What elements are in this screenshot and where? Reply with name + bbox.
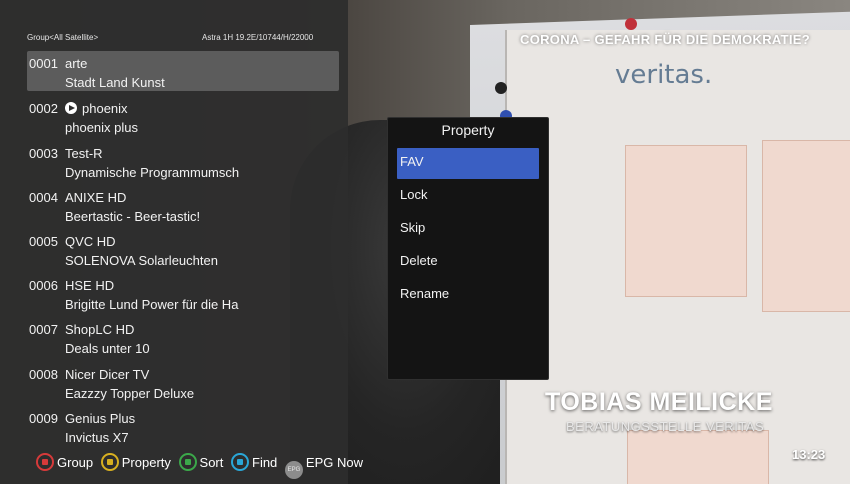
blue-key-icon	[231, 453, 249, 471]
video-headline: CORONA – GEFAHR FÜR DIE DEMOKRATIE?	[520, 32, 811, 47]
channel-program: Deals unter 10	[65, 341, 150, 356]
video-clock: 13:23	[792, 447, 826, 462]
hint-label: Property	[121, 455, 171, 470]
video-lower-third-subtitle: BERATUNGSSTELLE VERITAS	[566, 419, 765, 434]
channel-name: HSE HD	[65, 278, 115, 293]
channel-program: Brigitte Lund Power für die Ha	[65, 297, 239, 312]
channel-name: phoenix	[82, 101, 128, 116]
video-lower-third-name: TOBIAS MEILICKE	[545, 388, 773, 416]
channel-number: 0002	[29, 101, 58, 116]
satellite-info: Astra 1H 19.2E/10744/H/22000	[202, 33, 314, 42]
menu-item-lock[interactable]: Lock	[397, 181, 539, 212]
group-label: Group<All Satellite>	[27, 33, 99, 42]
channel-program: Dynamische Programmumsch	[65, 165, 240, 180]
hint-label: Sort	[199, 455, 224, 470]
channel-number: 0008	[29, 367, 58, 382]
channel-program: Invictus X7	[65, 430, 129, 445]
channel-program: SOLENOVA Solarleuchten	[65, 253, 218, 268]
channel-row[interactable]: 0005 QVC HD SOLENOVA Solarleuchten	[27, 229, 339, 269]
channel-number: 0001	[29, 56, 58, 71]
channel-name: arte	[65, 56, 88, 71]
property-hint[interactable]: Property	[100, 453, 171, 471]
channel-row[interactable]: 0004 ANIXE HD Beertastic - Beer-tastic!	[27, 185, 339, 225]
channel-program: phoenix plus	[65, 120, 138, 135]
channel-number: 0009	[29, 411, 58, 426]
channel-number: 0004	[29, 190, 58, 205]
channel-name: Nicer Dicer TV	[65, 367, 150, 382]
video-brand: veritas.	[615, 60, 713, 90]
channel-program: Eazzzy Topper Deluxe	[65, 386, 195, 401]
channel-name: ShopLC HD	[65, 322, 135, 337]
menu-item-label: Rename	[400, 286, 450, 301]
key-hint-bar: Group Property Sort Find EPG EPG Now	[36, 453, 367, 479]
channel-row[interactable]: 0002 phoenix phoenix plus	[27, 96, 339, 136]
group-hint[interactable]: Group	[36, 453, 93, 471]
hint-label: Group	[57, 455, 94, 470]
epg-now-hint[interactable]: EPG EPG Now	[284, 455, 363, 479]
play-icon	[65, 102, 77, 114]
channel-list-panel: Group<All Satellite> Astra 1H 19.2E/1074…	[0, 0, 363, 484]
hint-label: EPG Now	[305, 455, 363, 470]
magnet	[625, 18, 637, 30]
red-key-icon	[36, 453, 54, 471]
epg-key-icon: EPG	[284, 461, 303, 479]
channel-row[interactable]: 0001 arte Stadt Land Kunst	[27, 51, 339, 91]
channel-number: 0006	[29, 278, 58, 293]
channel-name: Genius Plus	[65, 411, 136, 426]
channel-row[interactable]: 0009 Genius Plus Invictus X7	[27, 406, 339, 446]
menu-item-label: FAV	[400, 154, 424, 169]
channel-row[interactable]: 0003 Test-R Dynamische Programmumsch	[27, 141, 339, 181]
channel-number: 0005	[29, 234, 58, 249]
channel-name: ANIXE HD	[65, 190, 127, 205]
yellow-key-icon	[100, 453, 119, 471]
channel-row[interactable]: 0007 ShopLC HD Deals unter 10	[27, 317, 339, 357]
menu-item-skip[interactable]: Skip	[397, 214, 539, 245]
channel-row[interactable]: 0008 Nicer Dicer TV Eazzzy Topper Deluxe	[27, 362, 339, 402]
property-popup: Property FAV Lock Skip Delete Rename	[387, 117, 549, 380]
menu-item-label: Skip	[400, 220, 426, 235]
channel-row[interactable]: 0006 HSE HD Brigitte Lund Power für die H…	[27, 273, 339, 313]
menu-item-fav[interactable]: FAV	[397, 148, 539, 179]
green-key-icon	[178, 453, 197, 471]
hint-label: Find	[252, 455, 278, 470]
menu-item-rename[interactable]: Rename	[397, 280, 539, 311]
menu-item-label: Delete	[400, 253, 438, 268]
channel-name: Test-R	[65, 146, 103, 161]
find-hint[interactable]: Find	[231, 453, 277, 471]
magnet	[495, 82, 507, 94]
menu-item-delete[interactable]: Delete	[397, 247, 539, 278]
channel-number: 0007	[29, 322, 58, 337]
channel-name: QVC HD	[65, 234, 116, 249]
menu-item-label: Lock	[400, 187, 428, 202]
channel-program: Beertastic - Beer-tastic!	[65, 209, 201, 224]
popup-title: Property	[441, 122, 495, 138]
channel-program: Stadt Land Kunst	[65, 75, 165, 90]
sort-hint[interactable]: Sort	[178, 453, 224, 471]
channel-number: 0003	[29, 146, 58, 161]
